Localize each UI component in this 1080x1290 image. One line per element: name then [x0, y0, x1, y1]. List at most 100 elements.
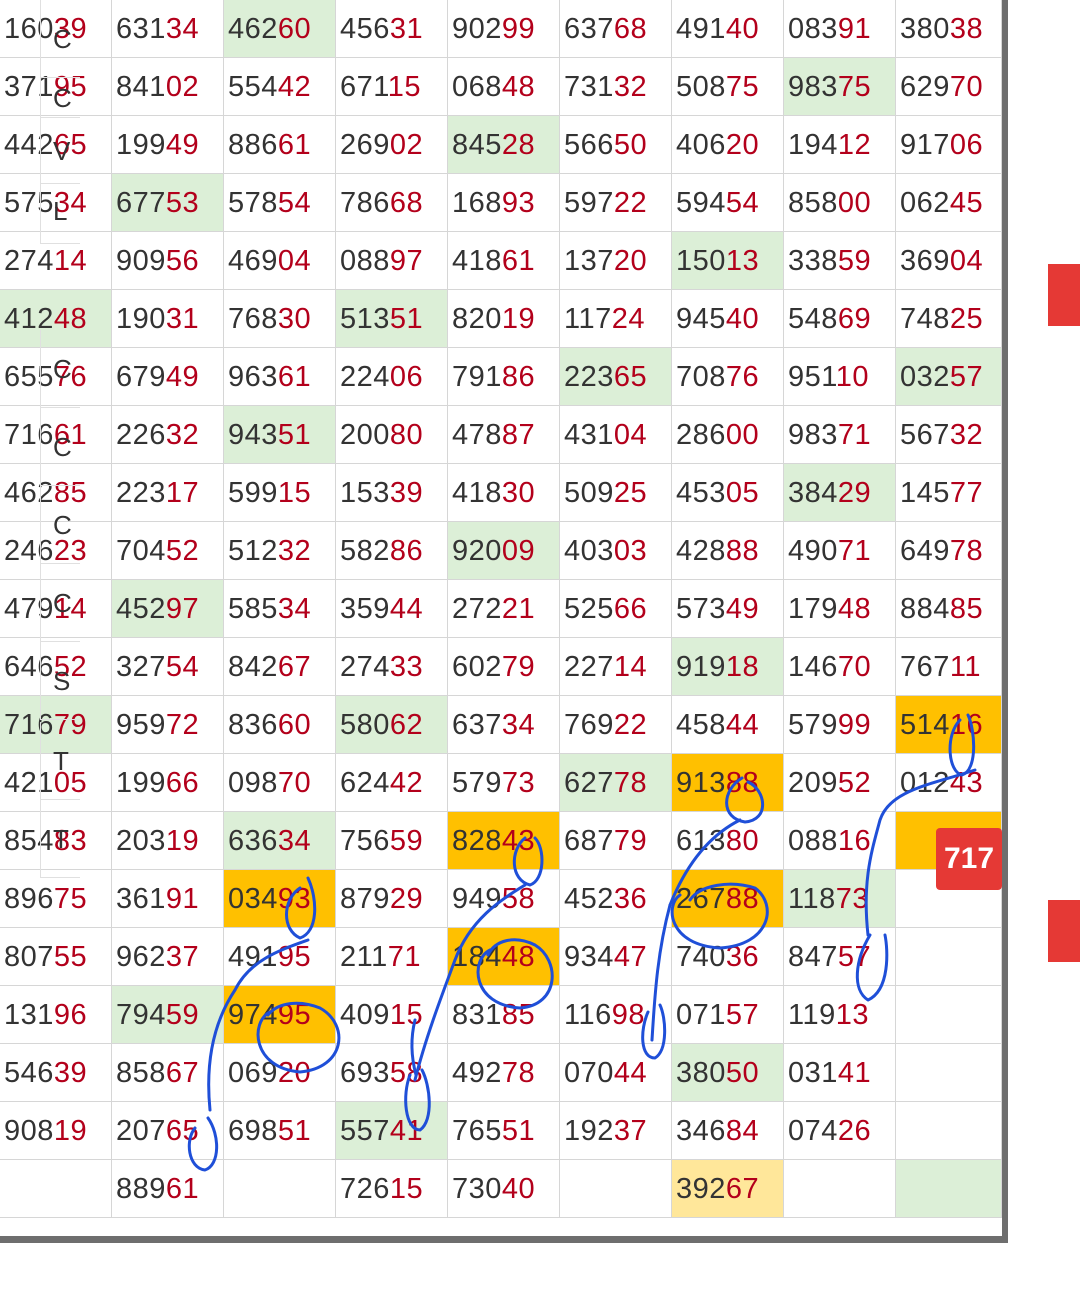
result-cell: 40303 [560, 522, 672, 580]
result-cell: 15339 [336, 464, 448, 522]
side-panel-row[interactable]: L [40, 178, 80, 244]
result-cell: 11724 [560, 290, 672, 348]
result-cell: 38050 [672, 1044, 784, 1102]
result-cell [896, 1160, 1002, 1218]
result-cell [0, 1160, 112, 1218]
result-cell: 19237 [560, 1102, 672, 1160]
result-cell: 20319 [112, 812, 224, 870]
result-cell: 45631 [336, 0, 448, 58]
result-cell: 64978 [896, 522, 1002, 580]
result-cell: 43104 [560, 406, 672, 464]
result-cell: 16893 [448, 174, 560, 232]
result-cell: 76830 [224, 290, 336, 348]
result-cell: 69358 [336, 1044, 448, 1102]
result-cell: 89675 [0, 870, 112, 928]
result-cell: 70452 [112, 522, 224, 580]
result-cell: 03257 [896, 348, 1002, 406]
result-cell: 11913 [784, 986, 896, 1044]
result-cell: 08816 [784, 812, 896, 870]
result-cell: 88661 [224, 116, 336, 174]
result-cell: 55442 [224, 58, 336, 116]
side-panel-row[interactable]: C [40, 486, 80, 564]
result-cell: 06920 [224, 1044, 336, 1102]
result-cell: 51351 [336, 290, 448, 348]
side-panel-red-button[interactable] [1048, 900, 1080, 962]
result-cell: 47887 [448, 406, 560, 464]
result-cell: 96361 [224, 348, 336, 406]
result-cell: 21171 [336, 928, 448, 986]
side-panel-row[interactable]: C [40, 78, 80, 118]
side-panel-row[interactable]: T [40, 800, 80, 878]
result-cell: 56732 [896, 406, 1002, 464]
result-cell: 90956 [112, 232, 224, 290]
result-cell: 14577 [896, 464, 1002, 522]
result-cell: 68779 [560, 812, 672, 870]
result-cell: 39267 [672, 1160, 784, 1218]
result-cell: 92009 [448, 522, 560, 580]
result-cell: 26788 [672, 870, 784, 928]
result-cell: 22317 [112, 464, 224, 522]
side-panel-red-button[interactable] [1048, 264, 1080, 326]
result-cell: 78668 [336, 174, 448, 232]
result-cell: 96237 [112, 928, 224, 986]
result-cell: 19949 [112, 116, 224, 174]
result-cell: 83185 [448, 986, 560, 1044]
result-cell [560, 1160, 672, 1218]
result-cell: 91918 [672, 638, 784, 696]
result-cell: 38038 [896, 0, 1002, 58]
result-cell: 20952 [784, 754, 896, 812]
side-panel-row[interactable]: S [40, 642, 80, 720]
result-cell: 20765 [112, 1102, 224, 1160]
result-cell: 57973 [448, 754, 560, 812]
side-panel-row[interactable]: V [40, 118, 80, 184]
count-badge: 717 [936, 828, 1002, 890]
result-cell: 85867 [112, 1044, 224, 1102]
side-panel-row[interactable]: T [40, 722, 80, 800]
result-cell: 06848 [448, 58, 560, 116]
result-cell: 19412 [784, 116, 896, 174]
result-cell: 84528 [448, 116, 560, 174]
result-cell: 79459 [112, 986, 224, 1044]
result-cell: 46260 [224, 0, 336, 58]
result-cell: 42888 [672, 522, 784, 580]
result-cell: 76711 [896, 638, 1002, 696]
result-cell: 27433 [336, 638, 448, 696]
result-cell: 49071 [784, 522, 896, 580]
result-cell: 19966 [112, 754, 224, 812]
result-cell: 84757 [784, 928, 896, 986]
result-cell: 73040 [448, 1160, 560, 1218]
result-cell: 58062 [336, 696, 448, 754]
result-cell: 79186 [448, 348, 560, 406]
result-cell: 59915 [224, 464, 336, 522]
result-cell: 63768 [560, 0, 672, 58]
result-cell: 01243 [896, 754, 1002, 812]
result-cell: 90299 [448, 0, 560, 58]
result-cell: 58534 [224, 580, 336, 638]
result-cell: 07426 [784, 1102, 896, 1160]
result-cell: 36191 [112, 870, 224, 928]
results-grid: 16039 63134 46260 45631 90299 63768 49140 08391… [0, 0, 1009, 1243]
side-panel-row[interactable]: C [40, 408, 80, 486]
result-cell: 76551 [448, 1102, 560, 1160]
result-cell: 94351 [224, 406, 336, 464]
result-cell: 41830 [448, 464, 560, 522]
side-panel-row[interactable]: C [40, 330, 80, 408]
result-cell: 45297 [112, 580, 224, 638]
side-panel-row[interactable]: C [40, 564, 80, 642]
result-cell [224, 1160, 336, 1218]
result-cell: 06245 [896, 174, 1002, 232]
result-cell: 63634 [224, 812, 336, 870]
result-cell [896, 986, 1002, 1044]
result-cell: 49195 [224, 928, 336, 986]
result-cell: 75659 [336, 812, 448, 870]
result-cell: 26902 [336, 116, 448, 174]
result-cell: 57999 [784, 696, 896, 754]
side-panel-row[interactable]: C [40, 0, 80, 78]
result-cell: 50925 [560, 464, 672, 522]
result-cell: 70876 [672, 348, 784, 406]
result-cell: 03493 [224, 870, 336, 928]
result-cell: 63134 [112, 0, 224, 58]
result-cell: 73132 [560, 58, 672, 116]
result-cell: 54639 [0, 1044, 112, 1102]
result-cell: 35944 [336, 580, 448, 638]
